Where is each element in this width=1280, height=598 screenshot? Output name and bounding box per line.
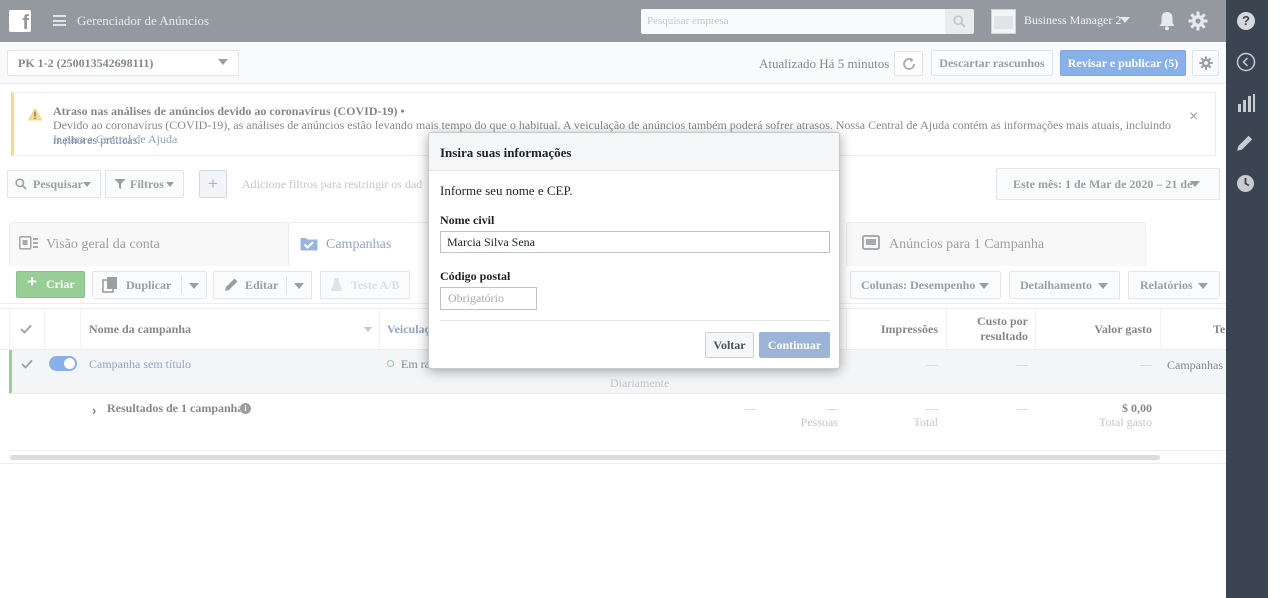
clock-icon[interactable] (1236, 174, 1255, 193)
info-dialog: Insira suas informações Informe seu nome… (428, 132, 840, 369)
dialog-title: Insira suas informações (440, 145, 572, 160)
help-icon[interactable]: ? (1237, 12, 1255, 30)
divider (440, 320, 830, 321)
right-sidebar (1226, 42, 1268, 598)
pencil-icon[interactable] (1236, 134, 1254, 152)
continue-button[interactable]: Continuar (759, 332, 830, 358)
back-button[interactable]: Voltar (705, 332, 754, 358)
window-edge (1268, 0, 1280, 598)
name-field[interactable] (440, 231, 830, 253)
postal-code-field[interactable] (440, 287, 537, 310)
dialog-intro: Informe seu nome e CEP. (440, 183, 573, 198)
collapse-arrow-icon[interactable] (1236, 52, 1256, 72)
chart-bars-icon[interactable] (1236, 94, 1256, 112)
postal-code-label: Código postal (440, 269, 511, 283)
name-field-label: Nome civil (440, 213, 495, 227)
